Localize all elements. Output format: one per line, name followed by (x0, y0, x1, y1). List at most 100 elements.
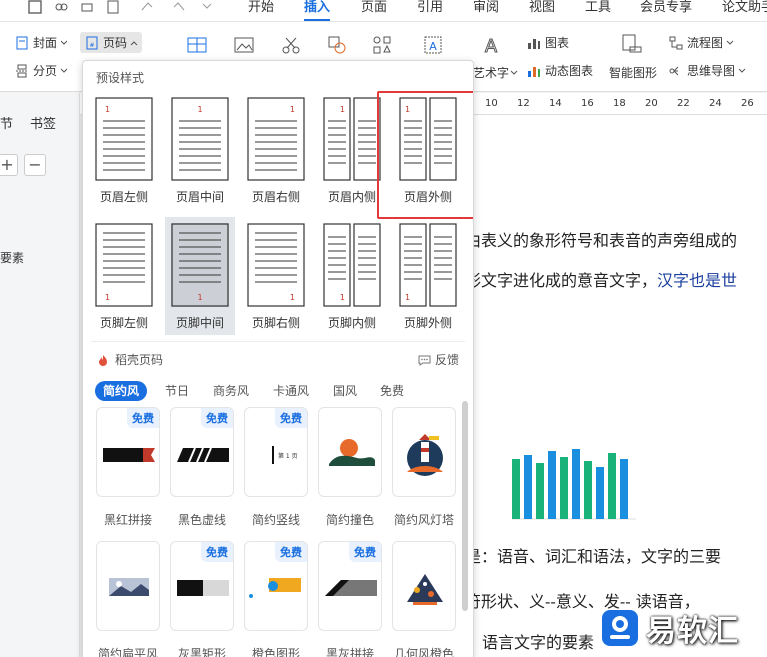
filter-cartoon[interactable]: 卡通风 (273, 381, 309, 401)
preset-header-left[interactable]: 1 页眉左侧 (89, 91, 159, 209)
embedded-chart[interactable] (508, 439, 638, 529)
dynamic-chart-button[interactable]: 动态图表 (526, 62, 593, 79)
save-icon[interactable] (28, 0, 42, 14)
art-text-icon[interactable]: A (480, 34, 502, 57)
dynamic-chart-icon (528, 66, 540, 77)
template-card[interactable]: 免费 (96, 407, 160, 497)
preset-header-right[interactable]: 1 页眉右侧 (241, 91, 311, 209)
preset-footer-right[interactable]: 1 页脚右侧 (241, 217, 311, 335)
chart-bar (524, 455, 532, 519)
chart-button[interactable]: 图表 (526, 34, 569, 51)
page-number-glyph: 1 (105, 105, 110, 114)
chart-bar (572, 449, 580, 519)
template-card[interactable]: 免费 第 1 页 (244, 407, 308, 497)
panel-scrollbar[interactable] (462, 401, 468, 611)
selection-highlight (377, 91, 473, 219)
filter-free[interactable]: 免费 (380, 381, 404, 401)
tab-member[interactable]: 会员专享 (640, 0, 692, 15)
chevron-down-icon[interactable] (200, 0, 214, 14)
screenshot-icon[interactable] (280, 34, 302, 56)
table-icon[interactable] (186, 34, 208, 56)
template-card[interactable]: 免费 (318, 541, 382, 631)
template-label: 简约风灯塔 (393, 513, 454, 527)
ruler-tick: 14 (549, 98, 562, 109)
mindmap-button[interactable]: 思维导图 (668, 62, 746, 79)
template-label: 橙色图形 (251, 647, 300, 657)
preset-footer-inside[interactable]: 1 页脚内侧 (317, 217, 387, 335)
picture-icon[interactable] (233, 34, 255, 56)
tab-page[interactable]: 页面 (361, 0, 387, 15)
redo-icon[interactable] (172, 0, 186, 14)
section-break-button[interactable]: 分页 (0, 62, 68, 79)
ruler-tick: 22 (677, 98, 690, 109)
preset-label: 页脚右侧 (251, 316, 300, 330)
navigation-pane: 节 书签 + − 要素 (0, 93, 80, 657)
template-card[interactable] (96, 541, 160, 631)
doc-paragraph-line: 由表义的象形符号和表音的声旁组成的 (465, 231, 738, 250)
preset-label: 页眉右侧 (251, 190, 300, 204)
template-card[interactable]: 免费 (170, 407, 234, 497)
page-number-icon: # (86, 36, 98, 49)
ruler-tick: 16 (581, 98, 594, 109)
collapse-button[interactable]: − (24, 154, 46, 176)
page-number-button[interactable]: # 页码 (80, 32, 143, 53)
preset-footer-left[interactable]: 1 页脚左侧 (89, 217, 159, 335)
template-card[interactable]: 免费 (244, 541, 308, 631)
outline-item[interactable]: 要素 (0, 249, 24, 266)
undo-icon[interactable] (140, 0, 154, 14)
smart-shape-icon[interactable] (621, 32, 643, 54)
tab-bookmark[interactable]: 书签 (30, 113, 56, 132)
tab-section[interactable]: 节 (0, 113, 13, 132)
tab-paper-assistant[interactable]: 论文助手 (722, 0, 767, 15)
template-label: 灰黑矩形 (177, 647, 226, 657)
textbox-icon[interactable]: A (422, 34, 444, 56)
tab-view[interactable]: 视图 (529, 0, 555, 15)
print-icon[interactable] (80, 0, 94, 14)
preset-footer-outside[interactable]: 1 页脚外侧 (393, 217, 463, 335)
filter-chinese[interactable]: 国风 (333, 381, 357, 401)
tab-start[interactable]: 开始 (248, 0, 274, 15)
footer-center-thumbnail: 1 (171, 223, 229, 307)
tab-reference[interactable]: 引用 (417, 0, 443, 15)
chevron-down-icon (738, 68, 746, 73)
tab-insert[interactable]: 插入 (304, 0, 331, 21)
preview-icon[interactable] (106, 0, 120, 14)
ruler-tick: 20 (645, 98, 658, 109)
feedback-link[interactable]: 反馈 (418, 351, 459, 368)
tab-review[interactable]: 审阅 (473, 0, 499, 15)
link-icon[interactable] (54, 0, 68, 14)
header-left-thumbnail: 1 (95, 97, 153, 181)
chat-bubble-icon (418, 355, 431, 366)
art-text-label[interactable]: 艺术字 (473, 64, 509, 81)
flowchart-button[interactable]: 流程图 (668, 34, 734, 51)
template-card[interactable] (392, 407, 456, 497)
template-preview (407, 434, 443, 476)
header-center-thumbnail: 1 (171, 97, 229, 181)
header-right-thumbnail: 1 (247, 97, 305, 181)
chart-bar (548, 451, 556, 519)
page-number-glyph: 1 (197, 105, 202, 114)
template-card[interactable]: 免费 (170, 541, 234, 631)
filter-festival[interactable]: 节日 (165, 381, 189, 401)
filter-simple[interactable]: 简约风 (95, 381, 148, 401)
smart-shape-label[interactable]: 智能图形 (609, 64, 657, 81)
chevron-up-icon (130, 40, 138, 45)
chart-bar (584, 461, 592, 519)
document-page[interactable] (465, 115, 767, 657)
doc-paragraph-line: 是：语音、词汇和语法，文字的三要 (465, 547, 722, 566)
header-inside-thumbnail: 1 (323, 97, 381, 181)
preset-header-center[interactable]: 1 页眉中间 (165, 91, 235, 209)
shape-icon[interactable] (326, 34, 348, 56)
expand-button[interactable]: + (0, 154, 18, 176)
tab-tools[interactable]: 工具 (585, 0, 611, 15)
chart-label: 图表 (545, 36, 570, 50)
filter-business[interactable]: 商务风 (213, 381, 249, 401)
icons-icon[interactable] (371, 34, 393, 56)
cover-button[interactable]: 封面 (14, 34, 68, 51)
free-badge: 免费 (201, 408, 233, 428)
template-card[interactable] (318, 407, 382, 497)
template-card[interactable] (392, 541, 456, 631)
free-badge: 免费 (127, 408, 159, 428)
preset-footer-center[interactable]: 1 页脚中间 (165, 217, 235, 335)
section-break-label: 分页 (33, 64, 58, 78)
